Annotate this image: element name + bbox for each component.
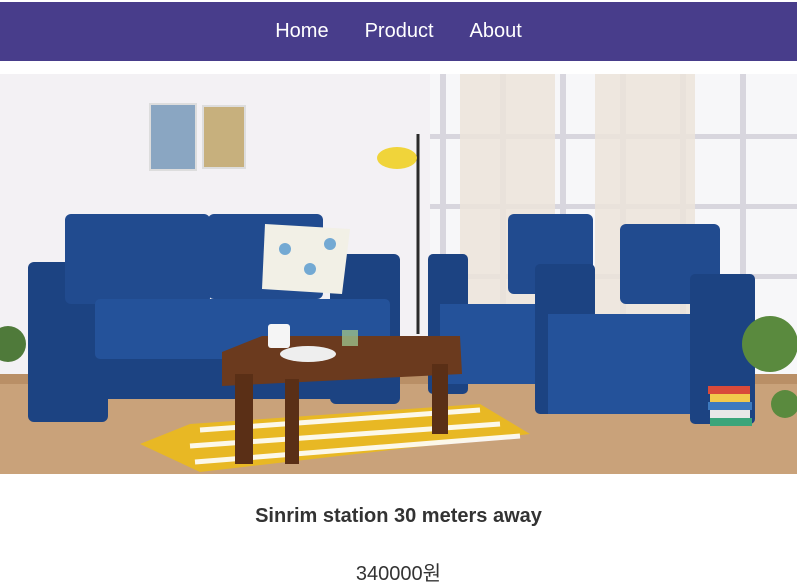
top-navbar: Home Product About — [0, 2, 797, 61]
product-title: Sinrim station 30 meters away — [255, 505, 542, 527]
nav-home-link[interactable]: Home — [275, 16, 328, 47]
product-image — [0, 74, 797, 474]
nav-product-link[interactable]: Product — [365, 16, 434, 47]
nav-about-link[interactable]: About — [470, 16, 522, 47]
